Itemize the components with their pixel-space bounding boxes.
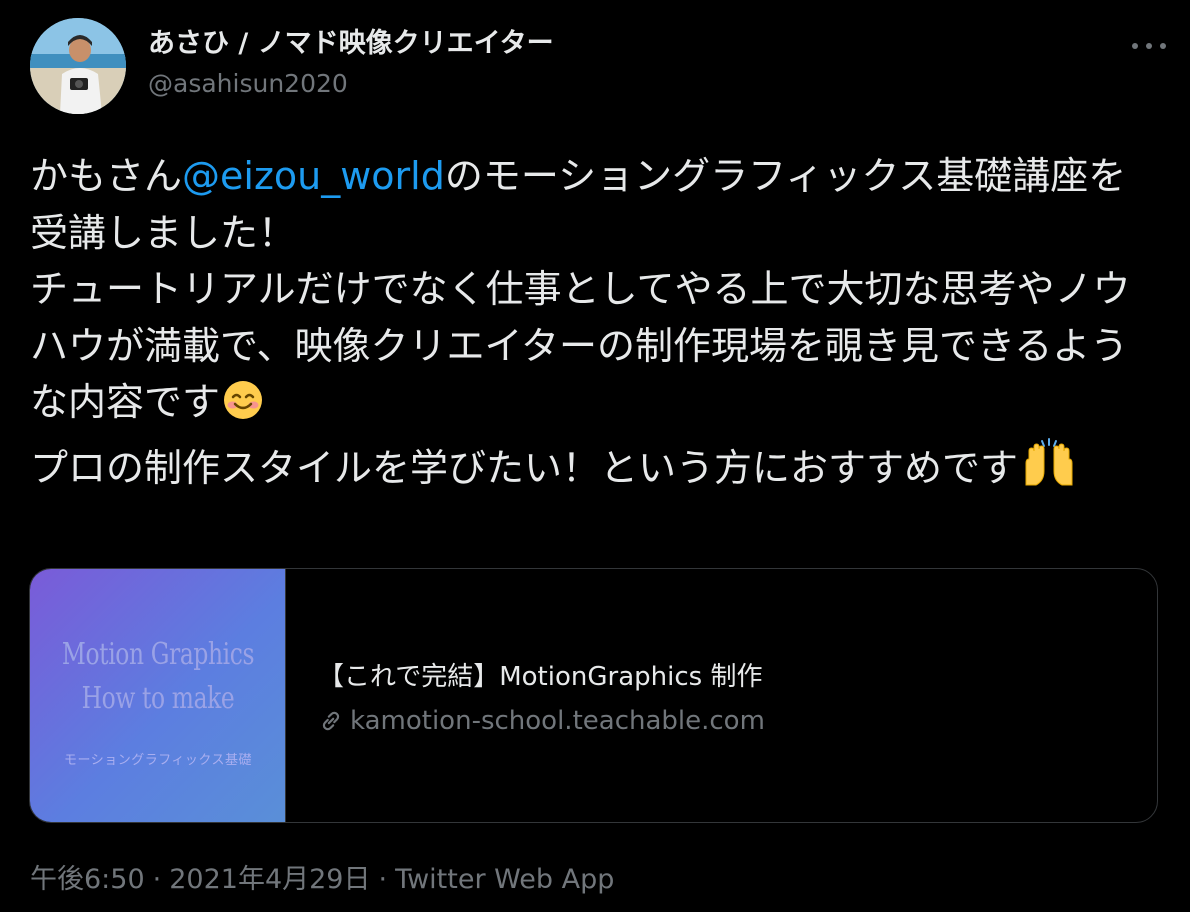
user-info: あさひ / ノマド映像クリエイター @asahisun2020 <box>148 26 554 102</box>
display-name[interactable]: あさひ / ノマド映像クリエイター <box>148 26 554 62</box>
meta-separator: · <box>378 864 388 895</box>
card-domain: kamotion-school.teachable.com <box>350 706 765 736</box>
tweet-text-part: プロの制作スタイルを学びたい！という方におすすめです <box>30 445 1019 490</box>
card-title[interactable]: 【これで完結】MotionGraphics 制作 <box>318 659 765 695</box>
mention-link[interactable]: @eizou_world <box>182 154 445 198</box>
tweet-meta: 午後6:50 · 2021年4月29日 · Twitter Web App <box>30 860 614 900</box>
card-thumbnail: Motion Graphics How to make モーショングラフィックス… <box>30 569 286 822</box>
tweet-text-part: かもさん <box>30 154 183 198</box>
thumbnail-title-line1: Motion Graphics <box>61 637 255 672</box>
avatar[interactable] <box>30 18 126 114</box>
more-options-icon[interactable] <box>1132 36 1166 56</box>
link-card[interactable]: Motion Graphics How to make モーショングラフィックス… <box>29 568 1158 823</box>
tweet-source[interactable]: Twitter Web App <box>395 864 614 895</box>
smiling-face-icon <box>222 379 264 437</box>
thumbnail-subtitle: モーショングラフィックス基礎 <box>63 753 253 768</box>
link-icon <box>318 708 344 734</box>
user-handle[interactable]: @asahisun2020 <box>148 66 554 102</box>
meta-separator: · <box>152 864 162 895</box>
tweet-text: かもさん@eizou_worldのモーショングラフィックス基礎講座を受講しました… <box>30 148 1160 502</box>
avatar-photo <box>30 18 126 114</box>
tweet-header: あさひ / ノマド映像クリエイター @asahisun2020 <box>30 18 1170 118</box>
card-domain-row[interactable]: kamotion-school.teachable.com <box>318 703 765 739</box>
tweet-time[interactable]: 午後6:50 <box>30 864 145 895</box>
thumbnail-title-line2: How to make <box>81 681 235 716</box>
raising-hands-icon <box>1020 437 1078 503</box>
tweet-date[interactable]: 2021年4月29日 <box>169 864 370 895</box>
card-body: 【これで完結】MotionGraphics 制作 kamotion-school… <box>318 659 765 739</box>
